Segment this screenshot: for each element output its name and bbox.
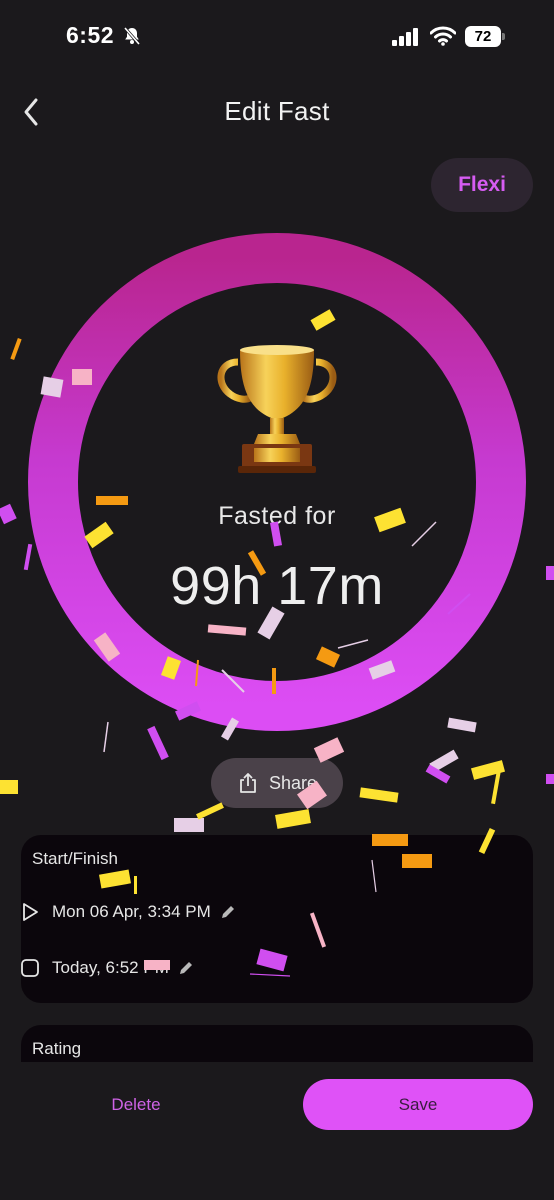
checkbox-icon	[21, 959, 39, 977]
fasted-label: Fasted for	[218, 502, 336, 530]
wifi-icon	[430, 26, 456, 46]
share-button[interactable]: Share	[211, 758, 343, 808]
trophy-icon	[217, 345, 337, 473]
progress-ring	[28, 233, 526, 731]
share-icon	[240, 773, 256, 793]
play-icon	[23, 903, 38, 921]
pencil-icon[interactable]	[219, 903, 237, 921]
status-time: 6:52	[66, 22, 115, 48]
pencil-icon[interactable]	[177, 959, 195, 977]
bell-slash-icon	[123, 27, 141, 45]
finish-time: Today, 6:52 PM	[52, 958, 169, 977]
battery-level: 72	[465, 26, 501, 47]
status-bar: 6:52 72	[0, 0, 554, 80]
signal-icon	[392, 28, 418, 46]
delete-button[interactable]: Delete	[90, 1086, 182, 1124]
share-label: Share	[268, 772, 318, 793]
rating-title: Rating	[32, 1039, 82, 1058]
finish-time-row[interactable]: Today, 6:52 PM	[20, 958, 195, 978]
page-title: Edit Fast	[224, 96, 330, 126]
battery-icon: 72	[465, 26, 505, 47]
start-finish-title: Start/Finish	[32, 849, 118, 868]
fasted-duration: 99h 17m	[170, 556, 384, 616]
start-time: Mon 06 Apr, 3:34 PM	[52, 902, 211, 921]
fast-type-badge[interactable]: Flexi	[431, 158, 533, 212]
start-time-row[interactable]: Mon 06 Apr, 3:34 PM	[20, 902, 237, 922]
save-button[interactable]: Save	[303, 1079, 533, 1130]
